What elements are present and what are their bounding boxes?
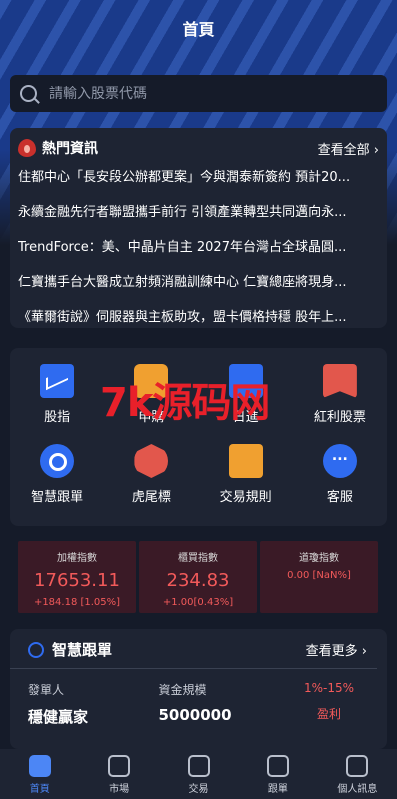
rules-icon [228,444,263,478]
profit-label: 盈利 [316,707,341,721]
news-item[interactable]: 永續金融先行者聯盟攜手前行 引領產業轉型共同邁向永... [18,195,379,230]
menu-item-index[interactable]: 股指 [10,364,104,444]
clock-icon [28,641,44,658]
view-all-link[interactable]: 查看全部 › [318,139,379,158]
index-name: 道瓊指數 [299,553,339,564]
menu-card: 股指 申購 日進 紅利股票 智慧跟單 虎尾標 交易規則 客服 [10,348,387,526]
tab-label: 市場 [109,784,130,795]
target-icon [40,444,75,478]
search-input[interactable] [49,85,349,102]
publisher-value: 穩健贏家 [28,708,89,726]
tab-trade[interactable]: 交易 [159,749,238,799]
menu-item-copytrade[interactable]: 智慧跟單 [10,444,104,524]
tab-profile[interactable]: 個人訊息 [318,749,397,799]
chart-icon [40,364,75,398]
menu-item-bonus[interactable]: 紅利股票 [293,364,387,444]
copy-trade-title: 智慧跟單 [52,641,113,659]
index-card[interactable]: 櫃買指數 234.83 +1.00[0.43%] [139,541,257,613]
index-card[interactable]: 道瓊指數 0.00 [NaN%] [260,541,378,613]
tab-label: 首頁 [29,784,50,795]
tab-copytrade[interactable]: 跟單 [238,749,317,799]
fire-icon [18,139,36,157]
news-item[interactable]: 《華爾街說》伺服器與主板助攻，盟卡價格持穩 股年上... [18,300,379,328]
news-item[interactable]: 仁寶攜手台大醫成立射頻消融訓練中心 仁寶總座將現身... [18,265,379,300]
index-change: +1.00[0.43%] [162,597,234,608]
swap-icon [187,755,210,777]
news-item[interactable]: TrendForce：美、中晶片自主 2027年台灣占全球晶圓... [18,230,379,265]
menu-label: 申購 [138,410,165,425]
menu-label: 智慧跟單 [31,490,84,505]
tab-label: 交易 [188,784,209,795]
index-value: 17653.11 [34,570,120,591]
index-change: +184.18 [1.05%] [33,597,121,608]
menu-label: 虎尾標 [131,490,171,505]
bottom-tabbar: 首頁 市場 交易 跟單 個人訊息 [0,749,397,799]
view-more-link[interactable]: 查看更多 › [306,640,367,659]
index-row: 加權指數 17653.11 +184.18 [1.05%] 櫃買指數 234.8… [18,541,378,613]
funds-value: 5000000 [158,706,232,724]
search-icon [20,85,37,102]
copy-trade-row[interactable]: 發單人 穩健贏家 資金規模 5000000 1%-15% 盈利 [10,669,387,739]
market-icon [108,755,131,777]
flag-icon [134,444,169,478]
menu-label: 日進 [232,410,259,425]
menu-item-service[interactable]: 客服 [293,444,387,524]
index-value: 0.00 [NaN%] [287,570,351,581]
search-bar[interactable] [10,75,387,112]
user-icon [346,755,369,777]
copy-trade-card: 智慧跟單 查看更多 › 發單人 穩健贏家 資金規模 5000000 1%-15%… [10,629,387,749]
funds-label: 資金規模 [158,683,207,697]
news-title: 熱門資訊 [42,141,98,157]
index-name: 加權指數 [57,553,97,564]
home-icon [28,755,51,777]
menu-label: 客服 [326,490,353,505]
menu-item-rules[interactable]: 交易規則 [199,444,293,524]
chat-icon [322,444,357,478]
menu-label: 紅利股票 [313,410,366,425]
folder-icon [228,364,263,398]
menu-item-daily[interactable]: 日進 [199,364,293,444]
menu-label: 交易規則 [219,490,272,505]
news-item[interactable]: 住都中心「長安段公辦都更案」今與潤泰新簽約 預計20... [18,160,379,195]
tab-label: 個人訊息 [337,784,378,795]
index-card[interactable]: 加權指數 17653.11 +184.18 [1.05%] [18,541,136,613]
menu-item-tiger[interactable]: 虎尾標 [104,444,198,524]
page-title: 首頁 [182,20,215,39]
index-value: 234.83 [166,570,230,591]
tab-market[interactable]: 市場 [79,749,158,799]
menu-label: 股指 [44,410,71,425]
profit-range: 1%-15% [303,681,355,695]
menu-item-subscribe[interactable]: 申購 [104,364,198,444]
bag-icon [134,364,169,398]
bonus-icon [322,364,357,398]
news-card: 熱門資訊 查看全部 › 住都中心「長安段公辦都更案」今與潤泰新簽約 預計20..… [10,128,387,328]
tab-home[interactable]: 首頁 [0,749,79,799]
share-icon [266,755,289,777]
index-name: 櫃買指數 [178,553,218,564]
publisher-label: 發單人 [28,683,65,697]
tab-label: 跟單 [267,784,288,795]
